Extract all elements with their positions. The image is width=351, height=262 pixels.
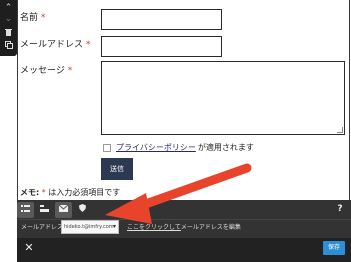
edit-email-suffix: メールアドレスを編集: [180, 224, 241, 231]
required-mark: *: [41, 188, 46, 197]
required-mark: *: [85, 40, 91, 50]
memo-title: メモ:: [20, 188, 40, 197]
privacy-consent: プライバシーポリシー が適用されます: [103, 142, 254, 153]
chevron-down-icon: ▾: [112, 223, 116, 230]
edit-email-link[interactable]: ここをクリックして: [127, 224, 181, 231]
save-button[interactable]: 保存: [323, 241, 345, 255]
message-textarea[interactable]: [101, 61, 345, 135]
align-icon[interactable]: [36, 202, 53, 218]
email-address-value: hideko.t@imfry.com: [64, 224, 114, 230]
submit-button[interactable]: 送信: [101, 158, 133, 180]
panel-toolbar: [17, 201, 93, 219]
panel-footer: [17, 238, 351, 262]
help-button[interactable]: ?: [334, 203, 346, 216]
name-label: 名前 *: [20, 13, 46, 23]
name-field[interactable]: [101, 9, 222, 30]
email-field[interactable]: [101, 36, 222, 57]
required-mark: *: [67, 66, 73, 76]
required-note: メモ: * は入力必須項目です: [20, 187, 120, 198]
move-down-icon[interactable]: ⌄: [0, 13, 17, 25]
duplicate-icon[interactable]: [0, 41, 17, 53]
list-layout-icon[interactable]: [17, 202, 34, 218]
privacy-suffix: が適用されます: [197, 143, 254, 152]
required-mark: *: [40, 13, 46, 23]
editor-frame-left: [17, 0, 18, 200]
close-button[interactable]: ✕: [23, 241, 35, 255]
trash-icon[interactable]: [0, 28, 17, 40]
block-toolbar: ⌃ ⌄: [0, 0, 17, 56]
email-setting-label: メールアドレス:: [21, 224, 66, 231]
editor-frame-right: [349, 0, 350, 200]
resize-handle-icon[interactable]: [337, 127, 343, 133]
mail-icon[interactable]: [55, 202, 72, 218]
email-address-select[interactable]: hideko.t@imfry.com ▾: [61, 220, 119, 234]
message-label: メッセージ *: [20, 66, 73, 76]
privacy-checkbox[interactable]: [103, 143, 111, 152]
email-label: メールアドレス *: [20, 40, 91, 50]
edit-email-hint: ここをクリックしてメールアドレスを編集: [127, 222, 241, 231]
shield-icon[interactable]: [74, 202, 91, 218]
memo-text: は入力必須項目です: [48, 188, 121, 197]
privacy-policy-link[interactable]: プライバシーポリシー: [116, 142, 196, 153]
